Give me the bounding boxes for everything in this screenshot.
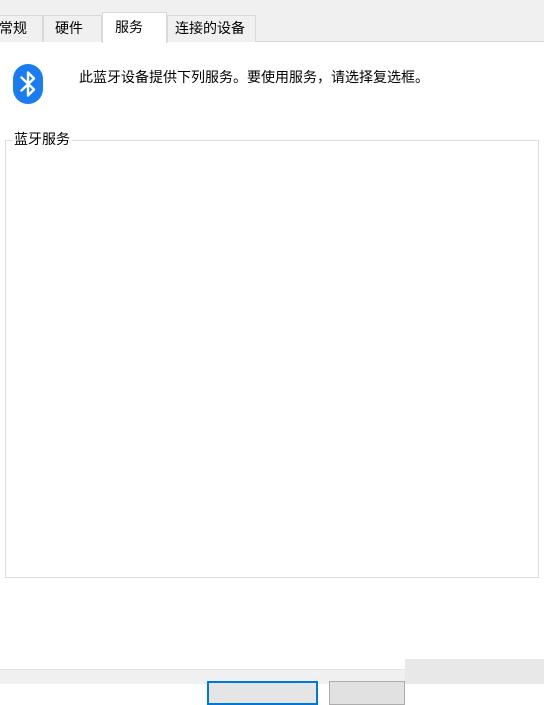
tab-label-connected-devices: 连接的设备 bbox=[175, 21, 245, 37]
cancel-button[interactable] bbox=[329, 681, 405, 705]
bluetooth-icon bbox=[13, 64, 43, 104]
tab-general[interactable]: 常规 bbox=[0, 15, 43, 42]
tab-label-services: 服务 bbox=[115, 20, 143, 36]
window-corner-overlay bbox=[405, 659, 544, 684]
services-description: 此蓝牙设备提供下列服务。要使用服务，请选择复选框。 bbox=[79, 70, 429, 86]
tab-label-general: 常规 bbox=[0, 21, 27, 37]
tab-connected-devices[interactable]: 连接的设备 bbox=[167, 15, 256, 42]
ok-button[interactable] bbox=[207, 681, 318, 705]
tab-hardware[interactable]: 硬件 bbox=[43, 15, 102, 42]
tab-strip: 常规 硬件 服务 连接的设备 bbox=[0, 0, 544, 43]
tab-label-hardware: 硬件 bbox=[55, 21, 83, 37]
tab-services[interactable]: 服务 bbox=[102, 12, 167, 43]
bluetooth-services-legend: 蓝牙服务 bbox=[12, 131, 72, 149]
bluetooth-services-list bbox=[5, 140, 539, 578]
